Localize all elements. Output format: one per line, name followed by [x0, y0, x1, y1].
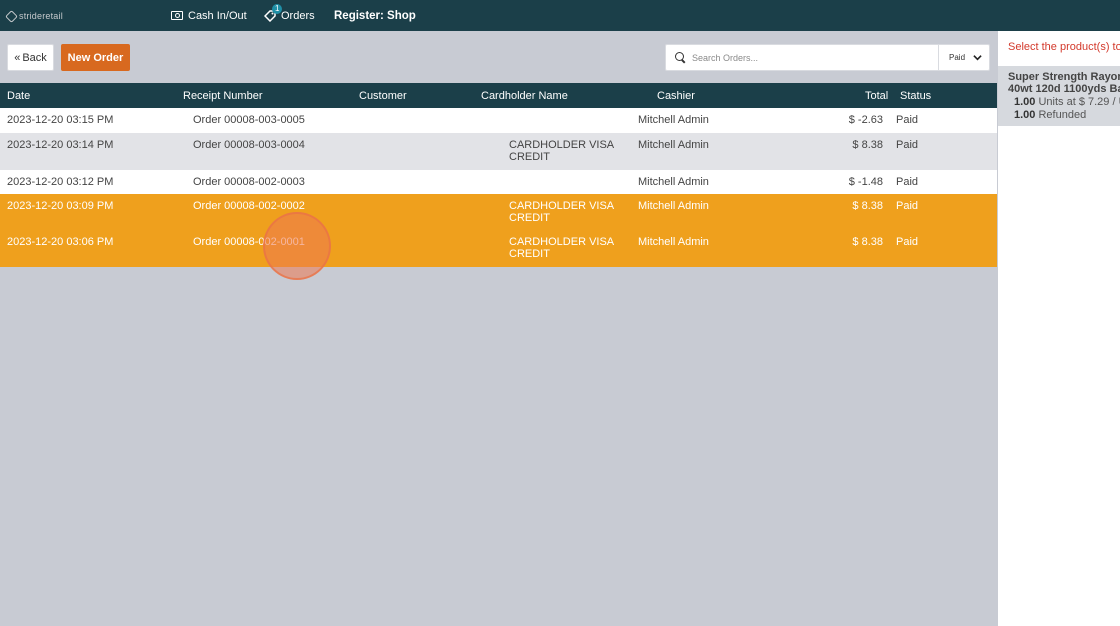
click-indicator	[263, 212, 331, 280]
status-filter-value: Paid	[949, 53, 966, 62]
row-status: Paid	[896, 200, 919, 212]
product-name-line-1: Super Strength Rayon Embroidery Thread	[1008, 71, 1120, 83]
search-box	[665, 44, 939, 71]
row-total: $ 8.38	[852, 236, 883, 248]
column-header-total: Total	[865, 90, 889, 102]
refunded-quantity-value: 1.00	[1014, 109, 1036, 121]
row-cashier: Mitchell Admin	[638, 176, 709, 188]
row-date: 2023-12-20 03:15 PM	[7, 114, 114, 126]
orders-table-header: Date Receipt Number Customer Cardholder …	[0, 83, 997, 108]
row-cardholder: CARDHOLDER VISA CREDIT	[509, 200, 614, 224]
row-date: 2023-12-20 03:14 PM	[7, 139, 114, 151]
row-date: 2023-12-20 03:09 PM	[7, 200, 114, 212]
order-line-product-name: Super Strength Rayon Embroidery Thread 4…	[1008, 71, 1120, 95]
row-status: Paid	[896, 236, 919, 248]
cash-in-out-button[interactable]: Cash In/Out	[171, 0, 247, 31]
stride-retail-logo: strideretail	[5, 9, 63, 23]
table-row[interactable]: 2023-12-20 03:12 PM Order 00008-002-0003…	[0, 170, 997, 194]
product-name-line-2: 40wt 120d 1100yds Basic	[1008, 83, 1120, 95]
row-date: 2023-12-20 03:06 PM	[7, 236, 114, 248]
row-cashier: Mitchell Admin	[638, 236, 709, 248]
table-row[interactable]: 2023-12-20 03:15 PM Order 00008-003-0005…	[0, 108, 997, 133]
back-button[interactable]: « Back	[7, 44, 54, 71]
row-date: 2023-12-20 03:12 PM	[7, 176, 114, 188]
register-title: Register: Shop	[334, 9, 416, 22]
chevron-down-icon	[973, 55, 982, 61]
tag-icon: 1	[263, 3, 283, 22]
row-status: Paid	[896, 139, 919, 151]
unit-price-text: Units at $ 7.29 / Units	[1038, 96, 1120, 108]
column-header-status: Status	[900, 90, 932, 102]
orders-label: Orders	[281, 9, 315, 22]
search-orders-input[interactable]	[692, 52, 932, 63]
row-cardholder: CARDHOLDER VISA CREDIT	[509, 139, 614, 163]
row-cashier: Mitchell Admin	[638, 139, 709, 151]
table-row-selected[interactable]: 2023-12-20 03:09 PM Order 00008-002-0002…	[0, 194, 997, 230]
column-header-customer: Customer	[359, 90, 407, 102]
row-total: $ -2.63	[848, 114, 883, 126]
row-receipt-number: Order 00008-003-0005	[193, 114, 305, 126]
row-receipt-number: Order 00008-002-0003	[193, 176, 305, 188]
row-status: Paid	[896, 114, 919, 126]
refund-hint-text: Select the product(s) to refund	[1008, 41, 1120, 53]
row-receipt-number: Order 00008-003-0004	[193, 139, 305, 151]
row-receipt-number: Order 00008-002-0002	[193, 200, 305, 212]
order-line-refunded: 1.00 Refunded	[1014, 109, 1086, 121]
order-line-quantity: 1.00 Units at $ 7.29 / Units	[1014, 96, 1120, 108]
row-total: $ -1.48	[848, 176, 883, 188]
back-label: Back	[22, 51, 47, 64]
row-cashier: Mitchell Admin	[638, 200, 709, 212]
search-icon	[675, 52, 686, 63]
double-chevron-left-icon: «	[14, 51, 21, 64]
row-cardholder: CARDHOLDER VISA CREDIT	[509, 236, 614, 260]
status-filter-select[interactable]: Paid	[938, 44, 990, 71]
row-total: $ 8.38	[852, 139, 883, 151]
order-details-panel: Select the product(s) to refund Super St…	[998, 31, 1120, 626]
order-line-item[interactable]: Super Strength Rayon Embroidery Thread 4…	[998, 66, 1120, 126]
logo-text: strideretail	[19, 11, 63, 21]
row-cashier: Mitchell Admin	[638, 114, 709, 126]
row-status: Paid	[896, 176, 919, 188]
column-header-cashier: Cashier	[657, 90, 695, 102]
new-order-label: New Order	[67, 51, 124, 64]
column-header-date: Date	[7, 90, 31, 102]
cash-in-out-label: Cash In/Out	[188, 9, 247, 22]
top-navigation-bar: strideretail Cash In/Out 1 Orders Regist…	[0, 0, 1120, 31]
refunded-text: Refunded	[1038, 109, 1087, 121]
column-header-receipt: Receipt Number	[183, 90, 263, 102]
column-header-cardholder: Cardholder Name	[481, 90, 568, 102]
new-order-button[interactable]: New Order	[61, 44, 130, 71]
table-row[interactable]: 2023-12-20 03:14 PM Order 00008-003-0004…	[0, 133, 997, 170]
table-row-selected[interactable]: 2023-12-20 03:06 PM Order 00008-002-0001…	[0, 230, 997, 267]
quantity-value: 1.00	[1014, 96, 1036, 108]
logo-mark-icon	[5, 9, 18, 23]
orders-table-body: 2023-12-20 03:15 PM Order 00008-003-0005…	[0, 108, 997, 267]
orders-button[interactable]: 1 Orders	[263, 0, 315, 31]
orders-count-badge: 1	[272, 3, 283, 14]
cash-icon	[171, 11, 183, 20]
row-total: $ 8.38	[852, 200, 883, 212]
